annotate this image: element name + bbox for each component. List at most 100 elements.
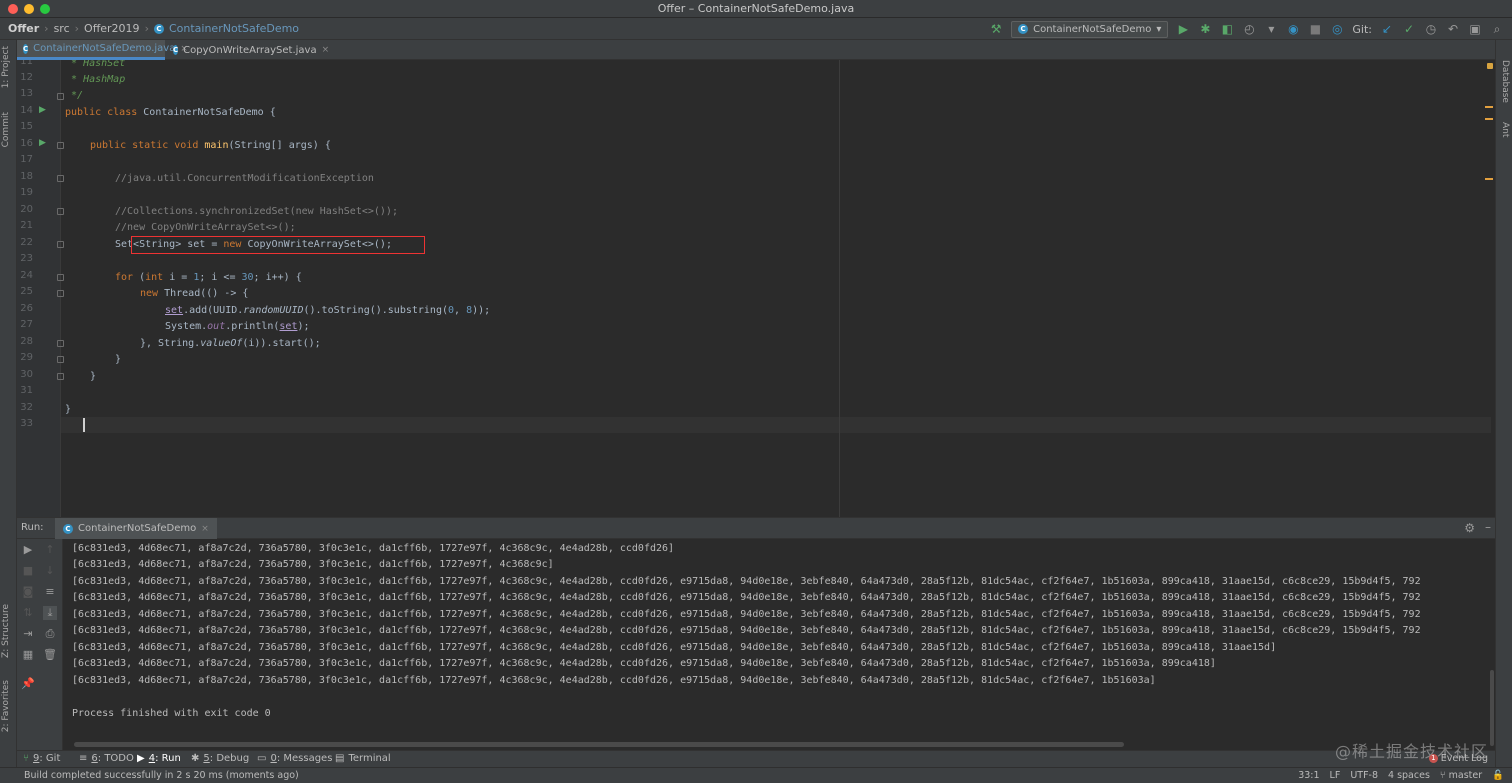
trash-icon[interactable]: 🗑 xyxy=(43,648,57,662)
lock-icon[interactable]: 🔓 xyxy=(1492,770,1504,781)
attach-debugger-icon[interactable]: ◉ xyxy=(1286,22,1300,36)
exit-icon[interactable]: ⇥ xyxy=(21,627,35,641)
build-hammer-icon[interactable]: ⚒ xyxy=(989,22,1003,36)
run-tab-container-not-safe-demo[interactable]: C ContainerNotSafeDemo × xyxy=(55,518,217,539)
breadcrumb-src[interactable]: src xyxy=(54,22,70,35)
indent-setting[interactable]: 4 spaces xyxy=(1388,770,1430,781)
fold-marker-icon[interactable] xyxy=(57,142,64,149)
layout-icon[interactable]: ▦ xyxy=(21,648,35,662)
database-tool-tab[interactable]: Database xyxy=(1500,60,1510,103)
tab-messages[interactable]: ▭ 0: Messages xyxy=(257,753,332,764)
run-configuration-dropdown[interactable]: C ContainerNotSafeDemo ▾ xyxy=(1011,20,1169,38)
fold-marker-icon[interactable] xyxy=(57,208,64,215)
commit-tool-tab[interactable]: Commit xyxy=(1,112,16,147)
chevron-down-icon[interactable]: ▾ xyxy=(1264,22,1278,36)
fold-marker-icon[interactable] xyxy=(57,356,64,363)
java-class-icon: C xyxy=(23,43,29,54)
fold-marker-icon[interactable] xyxy=(57,241,64,248)
line-number: 12 xyxy=(20,72,33,83)
fold-marker-icon[interactable] xyxy=(57,373,64,380)
git-update-arrow-icon[interactable]: ↙ xyxy=(1380,22,1394,36)
scroll-to-end-icon[interactable]: ⤓ xyxy=(43,606,57,620)
restore-layout-icon[interactable]: ⇅ xyxy=(21,606,35,620)
breadcrumb-class[interactable]: ContainerNotSafeDemo xyxy=(169,22,299,35)
search-icon[interactable]: ⌕ xyxy=(1490,22,1504,36)
run-gutter-icon[interactable]: ▶ xyxy=(39,105,46,115)
rollback-icon[interactable]: ↶ xyxy=(1446,22,1460,36)
code-text: } xyxy=(115,354,122,365)
coverage-icon[interactable]: ◧ xyxy=(1220,22,1234,36)
soft-wrap-icon[interactable]: ≡ xyxy=(43,585,57,599)
event-log-button[interactable]: 1 Event Log xyxy=(1428,753,1488,764)
line-number: 13 xyxy=(20,88,33,99)
run-gutter-icon[interactable]: ▶ xyxy=(39,138,46,148)
profiler-icon[interactable]: ◴ xyxy=(1242,22,1256,36)
print-icon[interactable]: ⎙ xyxy=(43,627,57,641)
tab-git[interactable]: ⑂ 9: Git xyxy=(23,753,60,764)
tab-copy-on-write-array-set[interactable]: C CopyOnWriteArraySet.java × xyxy=(167,40,329,60)
stop-icon[interactable]: ■ xyxy=(1308,22,1322,36)
gear-icon[interactable]: ⚙ xyxy=(1464,521,1475,535)
project-structure-icon[interactable]: ▣ xyxy=(1468,22,1482,36)
code-keyword: int xyxy=(145,272,170,283)
breadcrumb-project[interactable]: Offer xyxy=(8,22,39,35)
scroll-marker[interactable] xyxy=(1485,118,1493,120)
git-branch-widget[interactable]: ⑂ master xyxy=(1440,770,1482,781)
code-line-11: * HashSet xyxy=(65,60,125,72)
fold-marker-icon[interactable] xyxy=(57,274,64,281)
project-tool-tab[interactable]: 1: Project xyxy=(1,46,16,88)
git-history-clock-icon[interactable]: ◷ xyxy=(1424,22,1438,36)
code-variable: set xyxy=(279,321,298,332)
tab-run[interactable]: ▶ 4: Run xyxy=(137,753,181,764)
structure-tool-tab[interactable]: Z: Structure xyxy=(1,604,16,658)
line-number: 23 xyxy=(20,253,33,264)
fold-marker-icon[interactable] xyxy=(57,290,64,297)
java-class-icon: C xyxy=(153,23,164,34)
line-separator[interactable]: LF xyxy=(1330,770,1341,781)
caret-position[interactable]: 33:1 xyxy=(1298,770,1319,781)
fold-marker-icon[interactable] xyxy=(57,175,64,182)
fold-marker-icon[interactable] xyxy=(57,340,64,347)
code-text: ; i <= xyxy=(199,272,242,283)
fold-marker-icon[interactable] xyxy=(57,93,64,100)
file-encoding[interactable]: UTF-8 xyxy=(1350,770,1378,781)
console-line: [6c831ed3, 4d68ec71, af8a7c2d, 736a5780,… xyxy=(72,576,1421,587)
code-text: .add(UUID. xyxy=(183,305,244,316)
git-commit-check-icon[interactable]: ✓ xyxy=(1402,22,1416,36)
scroll-marker[interactable] xyxy=(1485,178,1493,180)
tab-todo[interactable]: ≡ 6: TODO xyxy=(79,753,134,764)
code-static-method: randomUUID xyxy=(243,305,304,316)
scroll-marker[interactable] xyxy=(1485,106,1493,108)
console-line: [6c831ed3, 4d68ec71, af8a7c2d, 736a5780,… xyxy=(72,592,1421,603)
git-branch-icon: ⑂ xyxy=(1439,770,1449,781)
tab-debug[interactable]: ✱ 5: Debug xyxy=(191,753,249,764)
line-number: 25 xyxy=(20,286,33,297)
rerun-icon[interactable]: ▶ xyxy=(21,543,35,557)
minimize-panel-icon[interactable]: – xyxy=(1485,520,1491,534)
favorites-tool-tab[interactable]: 2: Favorites xyxy=(1,680,16,732)
code-area[interactable]: * HashSet * HashMap */ public class Cont… xyxy=(65,60,1475,517)
vertical-scrollbar[interactable] xyxy=(1490,670,1494,746)
down-arrow-icon[interactable]: ↓ xyxy=(43,564,57,578)
code-comment: //java.util.ConcurrentModificationExcept… xyxy=(115,173,374,184)
code-line-30: } xyxy=(90,369,96,385)
close-tab-icon[interactable]: × xyxy=(201,524,209,534)
ant-tool-tab[interactable]: Ant xyxy=(1500,122,1510,137)
code-line-26: set.add(UUID.randomUUID().toString().sub… xyxy=(165,303,490,319)
inspection-warning-icon[interactable] xyxy=(1487,63,1493,69)
debug-bug-icon[interactable]: ✱ xyxy=(1198,22,1212,36)
run-icon[interactable]: ▶ xyxy=(1176,22,1190,36)
tab-container-not-safe-demo[interactable]: C ContainerNotSafeDemo.java × xyxy=(17,40,188,60)
camera-icon[interactable]: ◙ xyxy=(21,585,35,599)
search-everywhere-icon[interactable]: ◎ xyxy=(1330,22,1344,36)
breadcrumb-package[interactable]: Offer2019 xyxy=(84,22,140,35)
close-tab-icon[interactable]: × xyxy=(322,45,330,55)
main-toolbar: ⚒ C ContainerNotSafeDemo ▾ ▶ ✱ ◧ ◴ ▾ ◉ ■… xyxy=(989,20,1504,38)
console-output[interactable]: [6c831ed3, 4d68ec71, af8a7c2d, 736a5780,… xyxy=(63,539,1495,750)
stop-icon[interactable]: ■ xyxy=(21,564,35,578)
horizontal-scrollbar[interactable] xyxy=(74,742,1124,747)
pin-icon[interactable]: 📌 xyxy=(21,677,35,691)
up-arrow-icon[interactable]: ↑ xyxy=(43,543,57,557)
tab-terminal[interactable]: ▤ Terminal xyxy=(335,753,391,764)
code-editor[interactable]: 11 12 13 14 15 16 17 18 19 20 21 22 23 2… xyxy=(17,60,1495,517)
